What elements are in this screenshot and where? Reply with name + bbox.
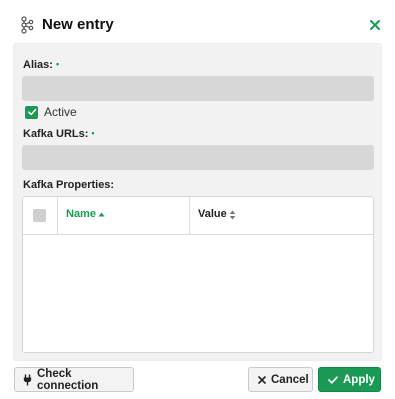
alias-input[interactable] [22, 76, 374, 101]
column-value-label: Value [198, 208, 227, 220]
sort-ascending-icon [98, 212, 105, 217]
checkmark-icon [328, 375, 338, 384]
cancel-button[interactable]: Cancel [248, 367, 313, 392]
kafka-properties-label: Kafka Properties: [23, 179, 115, 191]
select-all-cell [23, 197, 58, 235]
dialog-title: New entry [42, 16, 114, 33]
kafka-icon [21, 16, 34, 34]
required-marker: • [55, 59, 60, 69]
cancel-label: Cancel [271, 373, 309, 386]
checkmark-icon [27, 108, 36, 116]
form-panel: Alias: • Active Kafka URLs: • Kafka Proper… [13, 43, 382, 361]
kafka-urls-input[interactable] [22, 145, 374, 170]
table-body [23, 236, 373, 352]
close-icon[interactable] [369, 19, 381, 31]
check-connection-button[interactable]: Check connection [14, 367, 134, 392]
plug-icon [23, 374, 32, 386]
apply-label: Apply [343, 373, 375, 386]
close-icon [258, 375, 266, 384]
alias-label: Alias: • [23, 59, 60, 71]
column-header-value[interactable]: Value [190, 197, 373, 235]
kafka-properties-table: Name Value [22, 196, 374, 353]
select-all-checkbox[interactable] [33, 209, 46, 222]
active-checkbox[interactable] [25, 105, 38, 119]
kafka-urls-label: Kafka URLs: • [23, 128, 95, 140]
active-label: Active [44, 105, 77, 119]
check-connection-label: Check connection [37, 367, 99, 392]
column-name-label: Name [66, 208, 96, 220]
required-marker: • [91, 128, 95, 138]
table-header: Name Value [23, 197, 373, 235]
column-header-name[interactable]: Name [58, 197, 190, 235]
active-checkbox-row[interactable]: Active [25, 105, 77, 119]
sort-icon [229, 210, 236, 220]
apply-button[interactable]: Apply [318, 367, 381, 392]
dialog-header: New entry [0, 0, 395, 44]
new-entry-dialog: New entry Alias: • Active Kafka URLs: • Ka… [0, 0, 395, 399]
